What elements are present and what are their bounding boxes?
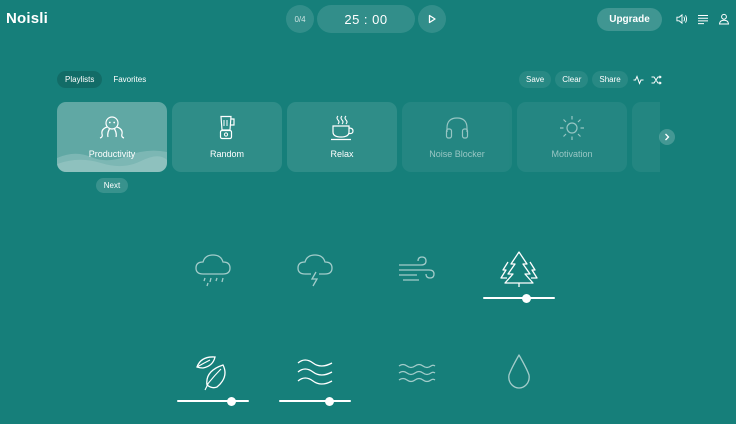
playlist-card-label: Motivation (551, 149, 593, 159)
menu-icon[interactable] (697, 12, 709, 26)
volume-icon[interactable] (676, 12, 688, 26)
blender-icon (217, 115, 237, 141)
play-button[interactable] (418, 5, 446, 33)
shuffle-icon[interactable] (650, 73, 664, 87)
app-logo[interactable]: Noisli (6, 10, 48, 27)
playlist-card-noise-blocker[interactable]: Noise Blocker (402, 102, 512, 172)
sound-water-stream[interactable] (279, 352, 351, 412)
volume-slider[interactable] (279, 396, 351, 406)
tab-playlists[interactable]: Playlists (57, 71, 103, 88)
slider-track (483, 297, 555, 299)
forest-icon (499, 249, 539, 289)
playlist-card-label: Noise Blocker (429, 149, 485, 159)
play-icon (428, 14, 436, 24)
next-playlist-button[interactable]: Next (96, 178, 128, 193)
save-button[interactable]: Save (519, 71, 552, 88)
timer-display[interactable]: 25 : 00 (317, 5, 415, 33)
sound-wind[interactable] (381, 249, 453, 309)
upgrade-button[interactable]: Upgrade (597, 8, 662, 31)
playlist-card-motivation[interactable]: Motivation (517, 102, 627, 172)
timer-controls: 0/4 25 : 00 (286, 5, 446, 33)
playlist-card-relax[interactable]: Relax (287, 102, 397, 172)
wave-decoration (57, 150, 167, 172)
slider-knob[interactable] (522, 294, 532, 303)
user-icon[interactable] (718, 12, 730, 26)
slider-knob[interactable] (227, 397, 236, 406)
sound-waves[interactable] (381, 352, 453, 412)
playlist-tabs: Playlists Favorites (57, 71, 154, 88)
octopus-icon (98, 115, 126, 141)
water-stream-icon (295, 352, 335, 392)
wind-icon (397, 249, 437, 289)
playlist-card-productivity[interactable]: Productivity (57, 102, 167, 172)
playlist-carousel: Productivity Random Relax Noise Blocker … (57, 102, 660, 172)
rain-icon (193, 249, 233, 289)
playlist-card-label: Random (209, 149, 245, 159)
volume-slider[interactable] (177, 396, 249, 406)
playlist-card-label: Relax (330, 149, 354, 159)
headphones-icon (444, 115, 470, 141)
waves-icon (397, 352, 437, 392)
sound-forest[interactable] (483, 249, 555, 309)
volume-slider[interactable] (483, 293, 555, 303)
thunderstorm-icon (295, 249, 335, 289)
sound-leaves[interactable] (177, 352, 249, 412)
water-drop-icon (499, 352, 539, 392)
share-button[interactable]: Share (592, 71, 628, 88)
leaf-icon (193, 352, 233, 392)
mix-actions: Save Clear Share (519, 71, 664, 88)
sun-icon (559, 115, 585, 141)
chevron-right-icon (665, 133, 670, 141)
playlist-card-random[interactable]: Random (172, 102, 282, 172)
slider-track (279, 400, 351, 402)
slider-track (177, 400, 249, 402)
sound-rain[interactable] (177, 249, 249, 309)
sound-rain-drop[interactable] (483, 352, 555, 412)
top-icons (676, 12, 730, 26)
carousel-next-button[interactable] (659, 129, 675, 145)
tab-favorites[interactable]: Favorites (105, 71, 154, 88)
oscillate-icon[interactable] (632, 73, 646, 87)
clear-button[interactable]: Clear (555, 71, 589, 88)
coffee-cup-icon (328, 115, 356, 141)
sound-thunderstorm[interactable] (279, 249, 351, 309)
session-counter[interactable]: 0/4 (286, 5, 314, 33)
slider-knob[interactable] (325, 397, 335, 406)
playlist-card-partial[interactable] (632, 102, 660, 172)
